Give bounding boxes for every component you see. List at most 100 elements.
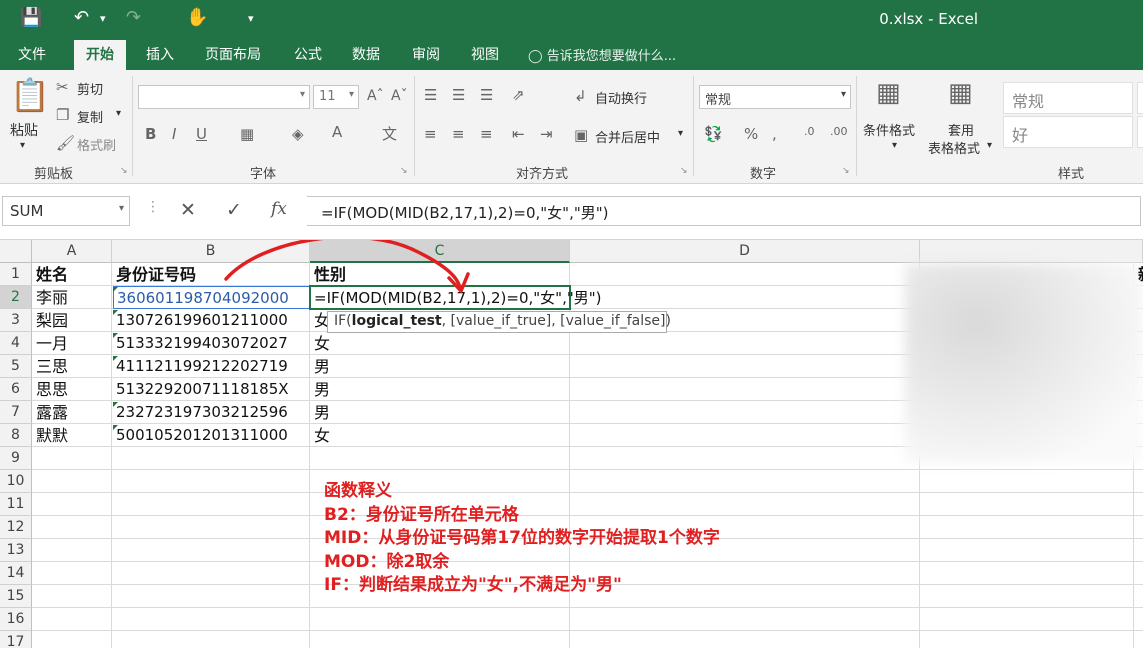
increase-decimal-icon[interactable]: .0 bbox=[804, 125, 815, 138]
table-format-icon: ▦ bbox=[948, 78, 973, 108]
border-icon[interactable]: ▦ bbox=[240, 125, 254, 143]
redo-icon: ↷ bbox=[126, 7, 142, 28]
font-launcher-icon[interactable]: ↘ bbox=[400, 166, 408, 176]
fill-color-icon[interactable]: ◈ bbox=[292, 125, 304, 143]
insert-function-button[interactable]: fx bbox=[271, 199, 287, 219]
cut-button[interactable]: 剪切 bbox=[77, 79, 103, 98]
align-middle-icon[interactable]: ☰ bbox=[452, 86, 465, 104]
table-format-dropdown-icon[interactable]: ▾ bbox=[987, 140, 992, 151]
conditional-format-button[interactable]: 条件格式 bbox=[863, 120, 915, 139]
group-separator bbox=[132, 76, 133, 176]
merge-center-button[interactable]: 合并后居中 bbox=[595, 127, 660, 146]
copy-button[interactable]: 复制 bbox=[77, 107, 103, 126]
lightbulb-icon: ◯ bbox=[528, 49, 547, 64]
merge-dropdown-icon[interactable]: ▾ bbox=[678, 128, 683, 139]
tooltip-current-arg[interactable]: logical_test bbox=[352, 313, 442, 329]
chevron-down-icon: ▾ bbox=[840, 89, 846, 100]
phonetic-icon[interactable]: 文 bbox=[382, 123, 397, 144]
chevron-down-icon: ▾ bbox=[118, 203, 124, 214]
customize-quick-access-icon[interactable]: ▾ bbox=[248, 12, 254, 25]
ribbon-tabs: 文件 开始 插入 页面布局 公式 数据 审阅 视图 ◯ 告诉我您想要做什么... bbox=[0, 38, 1143, 70]
formula-input[interactable]: =IF(MOD(MID(B2,17,1),2)=0,"女","男") bbox=[307, 196, 1141, 226]
ribbon: 📋 粘贴 ▾ ✂ 剪切 ❐ 复制 ▾ 🖌 格式刷 剪贴板 ↘ ▾ 11 ▾ Aˆ … bbox=[0, 70, 1143, 184]
alignment-group-label: 对齐方式 bbox=[516, 167, 569, 182]
formula-bar-grip-icon: ⋮ bbox=[146, 199, 160, 215]
font-grow-icon[interactable]: Aˆ bbox=[367, 88, 384, 104]
merge-icon: ▣ bbox=[574, 126, 589, 144]
formula-bar: SUM ▾ ⋮ ✕ ✓ fx =IF(MOD(MID(B2,17,1),2)=0,… bbox=[0, 184, 1143, 240]
group-separator bbox=[856, 76, 857, 176]
number-launcher-icon[interactable]: ↘ bbox=[842, 166, 850, 176]
clipboard-launcher-icon[interactable]: ↘ bbox=[120, 166, 128, 176]
scissors-icon: ✂ bbox=[56, 78, 69, 96]
percent-icon[interactable]: % bbox=[744, 125, 758, 143]
paste-button[interactable]: 粘贴 bbox=[10, 120, 38, 140]
function-argument-tooltip: IF(logical_test, [value_if_true], [value… bbox=[327, 311, 671, 333]
tab-review[interactable]: 审阅 bbox=[412, 44, 440, 64]
title-bar: 💾 ↶ ▾ ↷ ✋ ▾ 0.xlsx - Excel bbox=[0, 0, 1143, 38]
number-format-box[interactable]: 常规 ▾ bbox=[699, 85, 851, 109]
style-normal[interactable]: 常规 bbox=[1003, 82, 1133, 114]
increase-indent-icon[interactable]: ⇥ bbox=[540, 125, 553, 143]
conditional-format-dropdown-icon[interactable]: ▾ bbox=[892, 140, 897, 151]
number-group-label: 数字 bbox=[750, 167, 777, 182]
conditional-format-icon: ▦ bbox=[876, 78, 901, 108]
name-box[interactable]: SUM ▾ bbox=[2, 196, 130, 226]
style-good[interactable]: 好 bbox=[1003, 116, 1133, 148]
undo-dropdown-icon[interactable]: ▾ bbox=[100, 12, 106, 25]
align-right-icon[interactable]: ≡ bbox=[480, 125, 493, 143]
tab-insert[interactable]: 插入 bbox=[146, 44, 174, 64]
tab-page-layout[interactable]: 页面布局 bbox=[205, 44, 261, 64]
font-size-box[interactable]: 11 ▾ bbox=[313, 85, 359, 109]
explanation-line: MOD：除2取余 bbox=[324, 551, 450, 572]
align-bottom-icon[interactable]: ☰ bbox=[480, 86, 493, 104]
font-color-icon[interactable]: A bbox=[332, 123, 342, 141]
tab-formulas[interactable]: 公式 bbox=[294, 44, 322, 64]
save-icon[interactable]: 💾 bbox=[20, 7, 42, 28]
orientation-icon[interactable]: ⇗ bbox=[512, 86, 525, 104]
copy-dropdown-icon[interactable]: ▾ bbox=[116, 108, 121, 119]
format-painter-icon: 🖌 bbox=[56, 134, 76, 152]
touch-mode-icon[interactable]: ✋ bbox=[186, 7, 208, 28]
explanation-line: IF：判断结果成立为"女",不满足为"男" bbox=[324, 575, 622, 595]
styles-group-label: 样式 bbox=[1058, 167, 1085, 182]
align-center-icon[interactable]: ≡ bbox=[452, 125, 465, 143]
style-next[interactable] bbox=[1137, 82, 1143, 114]
window-title: 0.xlsx - Excel bbox=[879, 10, 978, 28]
tab-file[interactable]: 文件 bbox=[18, 44, 46, 64]
group-separator bbox=[693, 76, 694, 176]
italic-icon[interactable]: I bbox=[172, 125, 176, 143]
wrap-text-button[interactable]: 自动换行 bbox=[595, 88, 647, 107]
decrease-decimal-icon[interactable]: .00 bbox=[830, 125, 848, 138]
table-format-button-line1[interactable]: 套用 bbox=[948, 120, 974, 139]
tab-view[interactable]: 视图 bbox=[471, 44, 499, 64]
cancel-icon[interactable]: ✕ bbox=[180, 199, 196, 221]
align-left-icon[interactable]: ≡ bbox=[424, 125, 437, 143]
paste-dropdown-icon[interactable]: ▾ bbox=[20, 140, 25, 151]
copy-icon: ❐ bbox=[56, 106, 70, 124]
font-group-label: 字体 bbox=[250, 167, 277, 182]
chevron-down-icon: ▾ bbox=[299, 89, 305, 100]
explanation-line: B2：身份证号所在单元格 bbox=[324, 504, 519, 525]
tab-data[interactable]: 数据 bbox=[352, 44, 380, 64]
underline-icon[interactable]: U bbox=[196, 125, 207, 143]
bold-icon[interactable]: B bbox=[145, 125, 156, 143]
align-top-icon[interactable]: ☰ bbox=[424, 86, 437, 104]
accounting-format-icon[interactable]: 💱 bbox=[704, 125, 723, 143]
tell-me-box[interactable]: ◯ 告诉我您想要做什么... bbox=[528, 45, 676, 64]
font-name-box[interactable]: ▾ bbox=[138, 85, 310, 109]
paste-icon[interactable]: 📋 bbox=[10, 76, 50, 114]
enter-icon[interactable]: ✓ bbox=[226, 199, 242, 221]
chevron-down-icon: ▾ bbox=[348, 89, 354, 100]
group-separator bbox=[414, 76, 415, 176]
font-shrink-icon[interactable]: Aˇ bbox=[391, 88, 408, 104]
decrease-indent-icon[interactable]: ⇤ bbox=[512, 125, 525, 143]
tab-home[interactable]: 开始 bbox=[74, 40, 126, 70]
formula-explanation: 函数释义 B2：身份证号所在单元格 MID：从身份证号码第17位的数字开始提取1… bbox=[324, 480, 720, 598]
comma-style-icon[interactable]: , bbox=[772, 125, 777, 143]
undo-icon[interactable]: ↶ bbox=[74, 7, 89, 28]
table-format-button-line2[interactable]: 表格格式 bbox=[928, 138, 980, 157]
format-painter-button[interactable]: 格式刷 bbox=[77, 135, 116, 154]
alignment-launcher-icon[interactable]: ↘ bbox=[680, 166, 688, 176]
style-next-2[interactable] bbox=[1137, 116, 1143, 148]
